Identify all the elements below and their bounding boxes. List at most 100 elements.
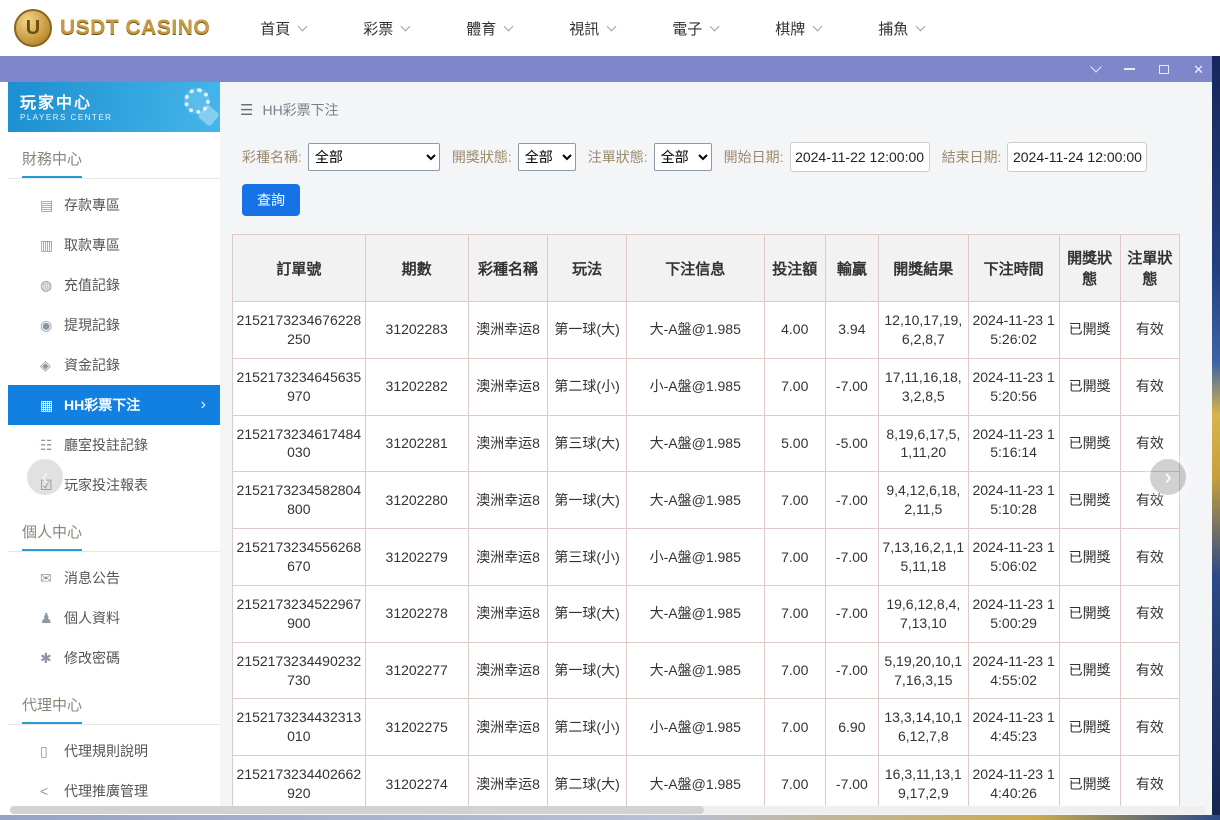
scrollbar-thumb[interactable] [10, 806, 704, 814]
sidebar-item-label: 取款專區 [64, 235, 120, 255]
logo[interactable]: U USDT CASINO [14, 9, 210, 47]
sidebar-item-change-password[interactable]: ✱修改密碼 [8, 638, 220, 678]
sidebar-item-label: 充值記錄 [64, 275, 120, 295]
column-header: 投注額 [764, 235, 825, 302]
table-cell: 2152173234432313010 [233, 699, 366, 756]
nav-item-cards[interactable]: 棋牌 [775, 18, 821, 39]
menu-icon[interactable]: ☰ [240, 101, 253, 119]
end-date-input[interactable] [1007, 142, 1147, 172]
column-header: 注單狀態 [1120, 235, 1179, 302]
table-cell: 澳洲幸运8 [468, 585, 548, 642]
table-cell: 已開獎 [1059, 415, 1120, 472]
nav-item-lottery[interactable]: 彩票 [363, 18, 409, 39]
search-button[interactable]: 查詢 [242, 184, 300, 216]
bet-status-select[interactable]: 全部 [654, 143, 712, 171]
players-center-header: 玩家中心 PLAYERS CENTER [8, 82, 220, 132]
table-cell: 大-A盤@1.985 [626, 415, 764, 472]
table-cell: 7.00 [764, 585, 825, 642]
table-cell: 澳洲幸运8 [468, 642, 548, 699]
sidebar-item-label: 玩家投注報表 [64, 475, 148, 495]
lottery-ledger-icon: ▦ [40, 397, 64, 414]
sidebar-item-label: 消息公告 [64, 568, 120, 588]
nav-item-slots[interactable]: 電子 [672, 18, 718, 39]
nav-item-sports[interactable]: 體育 [466, 18, 512, 39]
draw-status-select[interactable]: 全部 [518, 143, 576, 171]
table-cell: 澳洲幸运8 [468, 529, 548, 586]
coin-letter: U [26, 17, 40, 40]
table-cell: -5.00 [825, 415, 878, 472]
table-cell: 2024-11-23 15:00:29 [968, 585, 1059, 642]
table-cell: 已開獎 [1059, 358, 1120, 415]
window-chevron-down-icon[interactable] [1090, 61, 1101, 72]
sidebar-item-profile[interactable]: ♟個人資料 [8, 598, 220, 638]
section-title-finance-center: 財務中心 [8, 132, 220, 178]
table-cell: 有效 [1120, 699, 1179, 756]
table-cell: 5.00 [764, 415, 825, 472]
nav-item-home[interactable]: 首頁 [260, 18, 306, 39]
chevron-down-icon [916, 21, 926, 31]
table-cell: 有效 [1120, 642, 1179, 699]
table-cell: 有效 [1120, 302, 1179, 359]
sidebar-item-hh-lottery-bets[interactable]: ▦HH彩票下注 [8, 385, 220, 425]
minimize-icon[interactable] [1124, 68, 1135, 70]
lottery-name-select[interactable]: 全部 [308, 143, 440, 171]
table-cell: 31202280 [365, 472, 468, 529]
chevron-down-icon [401, 21, 411, 31]
table-cell: 31202278 [365, 585, 468, 642]
table-cell: 2024-11-23 15:06:02 [968, 529, 1059, 586]
column-header: 訂單號 [233, 235, 366, 302]
background-image-edge [1212, 56, 1220, 820]
column-header: 彩種名稱 [468, 235, 548, 302]
start-date-label: 開始日期: [724, 147, 784, 167]
table-cell: 2024-11-23 15:16:14 [968, 415, 1059, 472]
nav-item-fishing[interactable]: 捕魚 [878, 18, 924, 39]
section-title-text: 財務中心 [22, 148, 82, 178]
section-divider [8, 551, 220, 552]
sidebar-item-agent-promotion[interactable]: <代理推廣管理 [8, 771, 220, 811]
table-cell: 12,10,17,19,6,2,8,7 [878, 302, 968, 359]
table-cell: 2024-11-23 15:26:02 [968, 302, 1059, 359]
table-cell: 6.90 [825, 699, 878, 756]
table-cell: 13,3,14,10,16,12,7,8 [878, 699, 968, 756]
table-cell: 大-A盤@1.985 [626, 642, 764, 699]
sidebar-item-label: 修改密碼 [64, 648, 120, 668]
sidebar-item-agent-rules[interactable]: ▯代理規則說明 [8, 731, 220, 771]
section-title-text: 代理中心 [22, 694, 82, 724]
sidebar-item-recharge-records[interactable]: ◍充值記錄 [8, 265, 220, 305]
table-cell: 已開獎 [1059, 529, 1120, 586]
lottery-name-label: 彩種名稱: [242, 147, 302, 167]
nav-label: 體育 [466, 18, 496, 39]
deposit-card-icon: ▤ [40, 197, 64, 214]
sidebar-item-funds-records[interactable]: ◈資金記錄 [8, 345, 220, 385]
sidebar: 玩家中心 PLAYERS CENTER 財務中心 ▤存款專區▥取款專區◍充值記錄◉… [8, 82, 220, 820]
sidebar-item-deposit-area[interactable]: ▤存款專區 [8, 185, 220, 225]
table-cell: 31202274 [365, 756, 468, 813]
table-cell: 有效 [1120, 756, 1179, 813]
horizontal-scrollbar[interactable] [10, 806, 1206, 814]
column-header: 開獎結果 [878, 235, 968, 302]
table-cell: -7.00 [825, 642, 878, 699]
maximize-icon[interactable] [1159, 65, 1169, 74]
close-icon[interactable]: ✕ [1193, 63, 1204, 76]
column-header: 玩法 [548, 235, 627, 302]
chevron-down-icon [710, 21, 720, 31]
nav-item-live[interactable]: 視訊 [569, 18, 615, 39]
sidebar-item-withdraw-area[interactable]: ▥取款專區 [8, 225, 220, 265]
logo-text: USDT CASINO [60, 16, 210, 40]
column-header: 輸贏 [825, 235, 878, 302]
carousel-next-icon[interactable]: › [1150, 459, 1186, 495]
table-cell: 2152173234522967900 [233, 585, 366, 642]
table-cell: 澳洲幸运8 [468, 358, 548, 415]
table-cell: 已開獎 [1059, 585, 1120, 642]
carousel-prev-icon[interactable]: ‹ [27, 459, 63, 495]
table-cell: 31202282 [365, 358, 468, 415]
start-date-input[interactable] [790, 142, 930, 172]
table-cell: 7.00 [764, 756, 825, 813]
table-cell: 第二球(大) [548, 756, 627, 813]
table-cell: 已開獎 [1059, 642, 1120, 699]
sidebar-item-announcements[interactable]: ✉消息公告 [8, 558, 220, 598]
sidebar-item-cashout-records[interactable]: ◉提現記錄 [8, 305, 220, 345]
table-cell: 澳洲幸运8 [468, 302, 548, 359]
section-divider [8, 724, 220, 725]
table-cell: 已開獎 [1059, 302, 1120, 359]
